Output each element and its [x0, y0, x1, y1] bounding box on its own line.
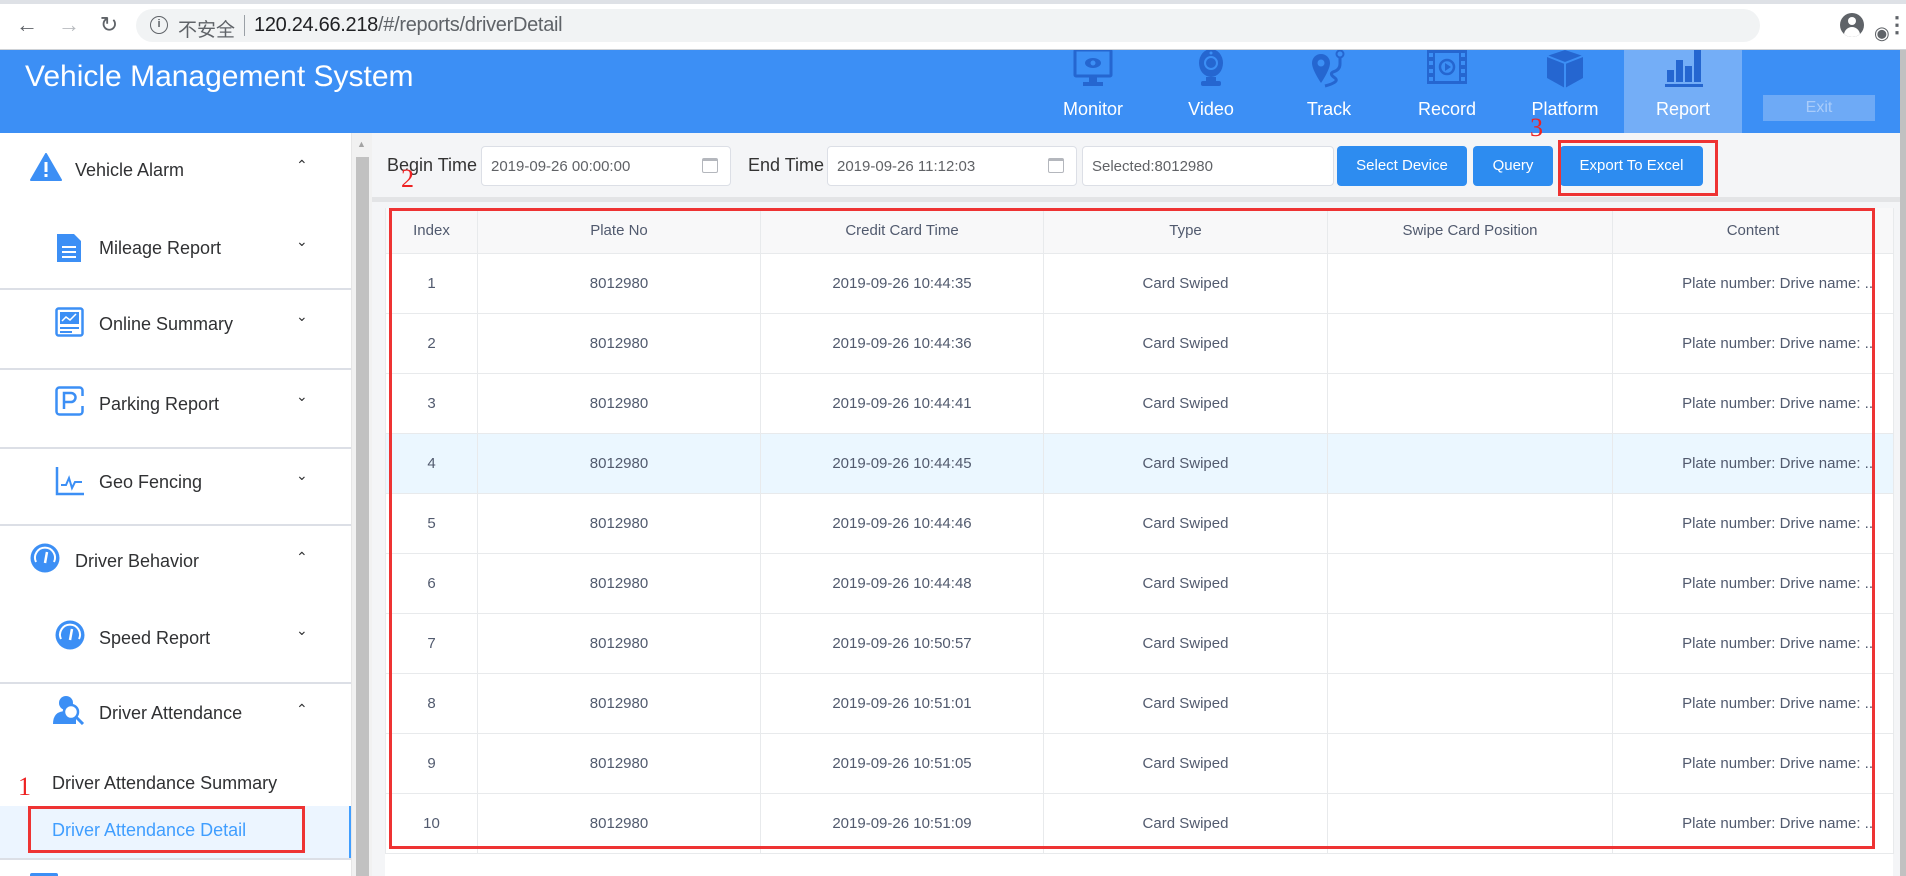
nav-monitor[interactable]: Monitor [1034, 50, 1152, 133]
select-device-button[interactable]: Select Device [1337, 146, 1467, 186]
calendar-icon[interactable] [702, 158, 718, 173]
annotation-number: 1 [18, 772, 31, 801]
calendar-icon[interactable] [1048, 158, 1064, 173]
annotation-box-export [1558, 140, 1718, 196]
sidebar-item-online-summary[interactable]: Online Summary ⌄ [0, 290, 351, 368]
bar-chart-icon [1665, 50, 1703, 87]
nav-label: Platform [1531, 99, 1599, 119]
scrollbar-thumb[interactable] [356, 157, 369, 876]
sidebar-item-label: Geo Fencing [99, 472, 203, 492]
cube-icon [1546, 50, 1584, 88]
begin-time-input[interactable]: 2019-09-26 00:00:00 [481, 146, 731, 186]
nav-report[interactable]: Report [1624, 50, 1742, 136]
begin-time-value: 2019-09-26 00:00:00 [491, 158, 631, 175]
chevron-down-icon: ⌄ [296, 467, 308, 483]
sidebar-item-speed-report[interactable]: Speed Report ⌄ [0, 606, 351, 682]
url-path: /#/reports/driverDetail [378, 14, 563, 36]
scroll-up-icon[interactable]: ▲ [357, 139, 366, 149]
nav-label: Record [1417, 99, 1477, 119]
nav-label: Video [1188, 99, 1234, 119]
back-icon[interactable]: ← [14, 12, 40, 38]
webcam-icon [1199, 50, 1223, 86]
annotation-number: 2 [401, 164, 414, 193]
sidebar-item-label: Mileage Report [99, 238, 222, 258]
annotation-box-detail [28, 806, 305, 853]
nav-label: Report [1655, 99, 1711, 119]
forward-icon[interactable]: → [56, 12, 82, 38]
chevron-down-icon: ⌄ [296, 233, 308, 249]
nav-platform[interactable]: Platform [1506, 50, 1624, 133]
end-time-label: End Time [748, 155, 825, 175]
insecure-label: 不安全 [178, 20, 236, 41]
filter-separator [372, 197, 1900, 202]
query-button[interactable]: Query [1473, 146, 1553, 186]
sidebar-item-vehicle-alarm[interactable]: Vehicle Alarm ⌃ [0, 133, 351, 223]
sidebar-item-label: Parking Report [99, 394, 220, 414]
more-menu-icon[interactable]: ⋮ [1886, 12, 1906, 38]
tab-strip [0, 0, 1906, 4]
sidebar-item-label: Online Summary [99, 314, 234, 334]
sidebar-item-parking-report[interactable]: Parking Report ⌄ [0, 370, 351, 447]
dashboard-chart-icon [55, 307, 84, 337]
warning-icon [30, 153, 62, 181]
info-icon[interactable]: i [150, 16, 168, 34]
url-host: 120.24.66.218 [254, 14, 379, 36]
sidebar-item-geo-fencing[interactable]: Geo Fencing ⌄ [0, 449, 351, 527]
nav-record[interactable]: Record [1388, 50, 1506, 133]
document-icon [57, 234, 81, 262]
sidebar-scrollbar[interactable]: ▲ [352, 133, 372, 876]
sidebar-item-driver-behavior[interactable]: Driver Behavior ⌃ [0, 526, 351, 606]
sidebar-item-mileage-report[interactable]: Mileage Report ⌄ [0, 223, 351, 289]
chevron-down-icon: ⌄ [296, 308, 308, 324]
chevron-down-icon: ⌄ [296, 388, 308, 404]
profile-avatar-icon[interactable] [1840, 13, 1864, 37]
parking-icon [55, 386, 84, 416]
chevron-up-icon: ⌃ [296, 157, 308, 173]
omnibox-separator [244, 15, 245, 36]
nav-track[interactable]: Track [1270, 50, 1388, 133]
sidebar-item-label: Driver Behavior [75, 551, 200, 571]
annotation-number: 3 [1530, 113, 1543, 142]
sidebar-item-label: Driver Attendance [99, 703, 243, 723]
app-header: Vehicle Management System Monitor Video … [0, 50, 1900, 136]
nav-label: Track [1306, 99, 1352, 119]
sidebar-item-driver-attendance[interactable]: Driver Attendance ⌃ [0, 684, 351, 754]
next-item-icon [30, 873, 58, 876]
gauge-icon [55, 620, 85, 650]
sidebar: Vehicle Alarm ⌃ Mileage Report ⌄ Online … [0, 133, 352, 876]
address-bar[interactable]: i 不安全 120.24.66.218/#/reports/driverDeta… [136, 9, 1892, 64]
chevron-up-icon: ⌃ [296, 549, 308, 565]
browser-toolbar: ← → ↻ i 不安全 120.24.66.218/#/reports/driv… [0, 0, 1906, 64]
nav-label: Monitor [1062, 99, 1124, 119]
end-time-input[interactable]: 2019-09-26 11:12:03 [827, 146, 1077, 186]
app-title: Vehicle Management System [25, 60, 414, 93]
chevron-up-icon: ⌃ [296, 701, 308, 717]
user-search-icon [53, 696, 85, 725]
film-record-icon [1427, 50, 1467, 84]
sidebar-item-label: Vehicle Alarm [75, 160, 185, 180]
chevron-down-icon: ⌄ [296, 622, 308, 638]
exit-button[interactable]: Exit [1763, 95, 1875, 121]
reload-icon[interactable]: ↻ [96, 12, 122, 38]
sidebar-divider [0, 858, 351, 860]
selected-device-input[interactable]: Selected:8012980 [1082, 146, 1334, 186]
url-text[interactable]: 120.24.66.218/#/reports/driverDetail [254, 14, 563, 37]
sidebar-subitem-attendance-summary[interactable]: Driver Attendance Summary [52, 773, 277, 794]
route-pin-icon [1312, 50, 1345, 88]
page-scrollbar[interactable] [1900, 50, 1906, 876]
pulse-chart-icon [55, 467, 84, 496]
gauge-icon [30, 543, 60, 573]
annotation-box-table [389, 208, 1875, 849]
sidebar-item-label: Speed Report [99, 628, 211, 648]
end-time-value: 2019-09-26 11:12:03 [837, 158, 976, 175]
monitor-icon [1073, 50, 1113, 86]
nav-video[interactable]: Video [1152, 50, 1270, 133]
